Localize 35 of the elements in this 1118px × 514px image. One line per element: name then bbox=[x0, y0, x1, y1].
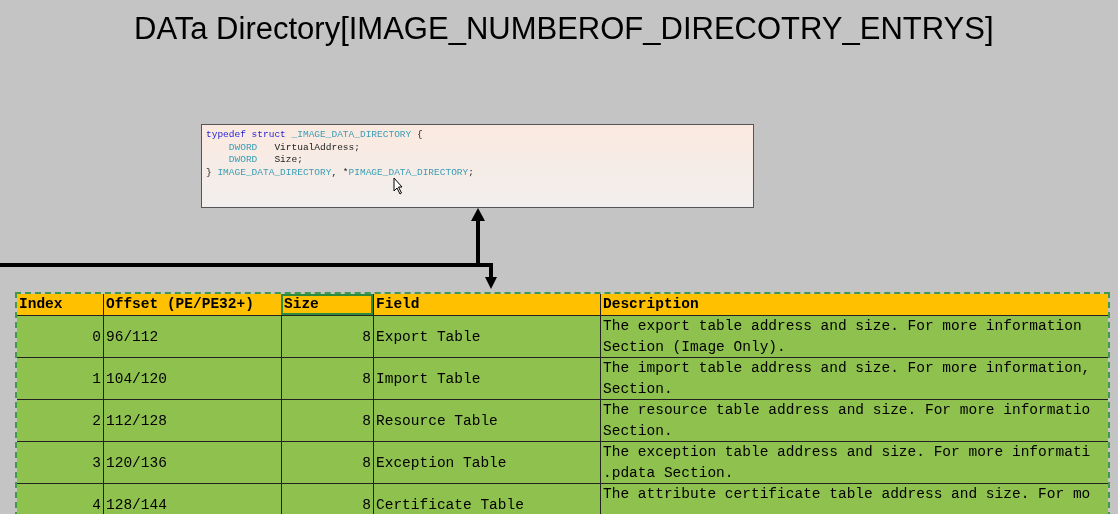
table-cell: Export Table bbox=[373, 316, 600, 357]
table-cell-text: 1 bbox=[91, 370, 102, 389]
code-line: typedef struct _IMAGE_DATA_DIRECTORY { bbox=[206, 129, 423, 142]
table-cell: Resource Table bbox=[373, 400, 600, 441]
table-cell: The exception table address and size. For more informati .pdata Section. bbox=[600, 442, 1108, 483]
table-cell: The resource table address and size. For more informatio Section. bbox=[600, 400, 1108, 441]
table-cell-text: 2 bbox=[91, 412, 102, 431]
table-cell: Exception Table bbox=[373, 442, 600, 483]
table-cell: 8 bbox=[281, 484, 373, 514]
table-cell: The export table address and size. For more information Section (Image Only). bbox=[600, 316, 1108, 357]
column-header: Field bbox=[373, 294, 600, 315]
table-cell: 96/112 bbox=[103, 316, 281, 357]
table-cell: The import table address and size. For more information, Section. bbox=[600, 358, 1108, 399]
table-cell: 128/144 bbox=[103, 484, 281, 514]
column-header: Description bbox=[600, 294, 1108, 315]
code-line: DWORD VirtualAddress; bbox=[227, 141, 360, 154]
column-header: Offset (PE/PE32+) bbox=[103, 294, 281, 315]
table-cell: 104/120 bbox=[103, 358, 281, 399]
table-cell-text: 0 bbox=[91, 328, 102, 347]
table-cell: 8 bbox=[281, 442, 373, 483]
table-cell: Import Table bbox=[373, 358, 600, 399]
table-cell: 8 bbox=[281, 358, 373, 399]
column-header: Size bbox=[281, 294, 373, 315]
table-cell: 8 bbox=[281, 400, 373, 441]
table-cell: The attribute certificate table address and size. For mo bbox=[600, 484, 1108, 514]
slide-title: DATa Directory[IMAGE_NUMBEROF_DIRECOTRY_ENTRYS] bbox=[134, 10, 994, 48]
table-cell-text: 3 bbox=[91, 454, 102, 473]
table-cell-text: 4 bbox=[91, 496, 102, 514]
column-header: Index bbox=[18, 295, 64, 314]
table-cell: 112/128 bbox=[103, 400, 281, 441]
code-line: } IMAGE_DATA_DIRECTORY, *PIMAGE_DATA_DIRECTORY; bbox=[206, 166, 474, 179]
table-cell: Certificate Table bbox=[373, 484, 600, 514]
code-line: DWORD Size; bbox=[227, 154, 303, 167]
table-cell: 120/136 bbox=[103, 442, 281, 483]
table-cell: 8 bbox=[281, 316, 373, 357]
